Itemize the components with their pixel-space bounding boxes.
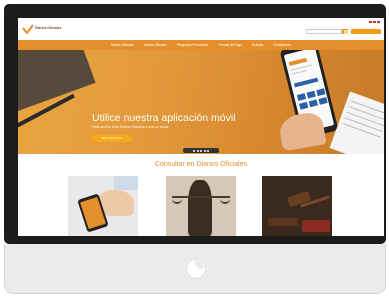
hero-title: Utilice nuestra aplicación móvil xyxy=(92,112,236,124)
monitor-chin xyxy=(4,244,386,294)
justice-statue-image xyxy=(188,180,212,236)
card-gavel[interactable] xyxy=(262,176,332,236)
carousel-dot[interactable] xyxy=(196,149,199,152)
card-mobile-app[interactable] xyxy=(68,176,138,236)
carousel-dot[interactable] xyxy=(203,149,206,152)
carousel-indicator xyxy=(183,148,219,153)
monitor-frame: Diarios Oficiales Diarios Oficiales Diar… xyxy=(4,4,386,244)
apple-logo-icon xyxy=(186,258,206,279)
main-nav: Diarios Oficiales Diarios Oficiales Preg… xyxy=(18,40,384,50)
scale-pan xyxy=(220,198,230,204)
site-logo[interactable]: Diarios Oficiales xyxy=(22,24,70,36)
website-screen: Diarios Oficiales Diarios Oficiales Diar… xyxy=(18,18,384,236)
hero-subtitle: Fácil acceso a los Diarios Oficiales a s… xyxy=(92,125,169,129)
flag-icon[interactable] xyxy=(369,21,372,23)
language-flags[interactable] xyxy=(369,21,380,23)
nav-item[interactable]: Diarios Oficiales xyxy=(144,43,167,47)
nav-item[interactable]: Formas de Pago xyxy=(218,43,242,47)
sound-block xyxy=(268,218,298,226)
hero-button[interactable]: Más información xyxy=(92,135,132,142)
hero-banner: Utilice nuestra aplicación móvil Fácil a… xyxy=(18,50,384,154)
header-cta-button[interactable] xyxy=(351,29,381,34)
site-header: Diarios Oficiales xyxy=(18,18,384,40)
logo-name: Diarios Oficiales xyxy=(35,26,62,30)
notebook-image xyxy=(329,91,384,154)
book-image xyxy=(302,220,330,232)
carousel-dot[interactable] xyxy=(193,149,195,152)
carousel-dot[interactable] xyxy=(200,149,202,152)
logo-check-icon xyxy=(22,24,34,34)
nav-item[interactable]: Preguntas Frecuentes xyxy=(177,43,208,47)
nav-item[interactable]: Contáctenos xyxy=(273,43,291,47)
carousel-dot[interactable] xyxy=(207,149,209,152)
card-justice[interactable] xyxy=(166,176,236,236)
hand-image xyxy=(277,110,327,152)
nav-item[interactable]: Diarios Oficiales xyxy=(111,43,134,47)
flag-icon[interactable] xyxy=(377,21,380,23)
shirt-image xyxy=(114,176,138,190)
search-icon[interactable] xyxy=(342,29,348,34)
flag-icon[interactable] xyxy=(373,21,376,23)
scale-pan xyxy=(172,198,182,204)
search-input[interactable] xyxy=(306,29,342,34)
section-title: Consultar en Diarios Oficiales xyxy=(154,161,248,168)
nav-item[interactable]: Noticias xyxy=(252,43,263,47)
